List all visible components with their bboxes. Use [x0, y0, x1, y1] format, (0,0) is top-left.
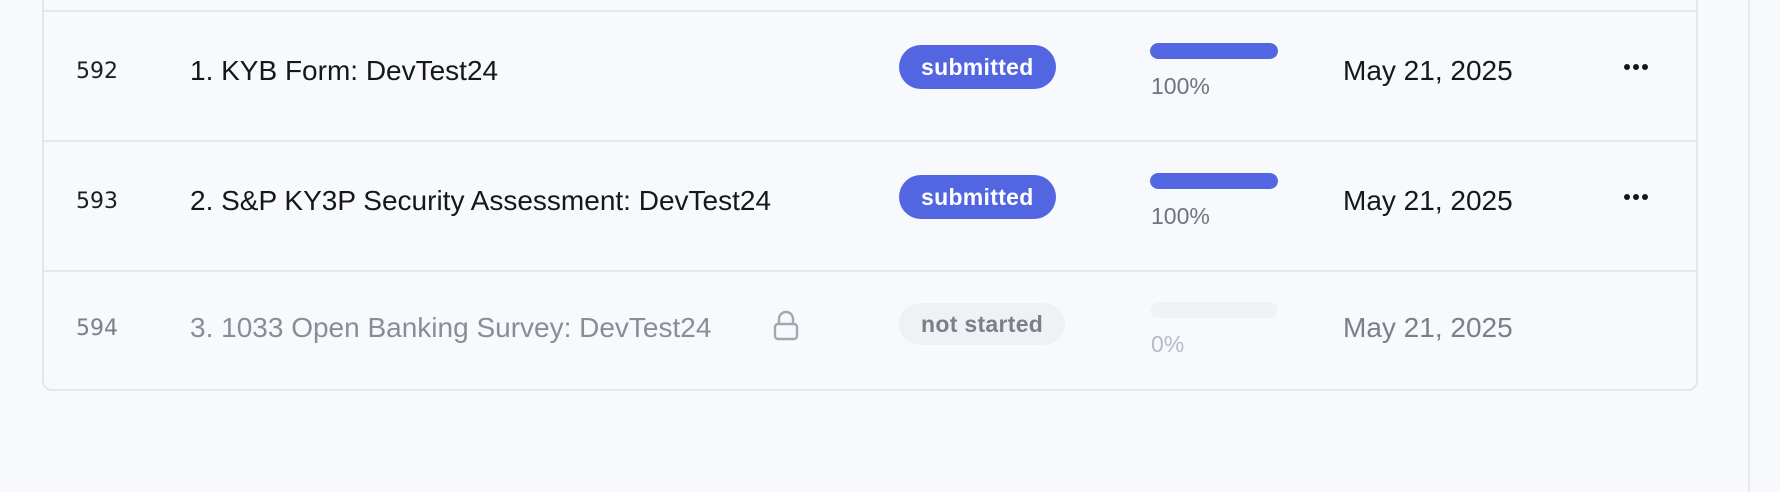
task-date: May 21, 2025 [1343, 55, 1513, 86]
task-id: 592 [76, 59, 118, 84]
row-actions-button[interactable] [1616, 47, 1656, 87]
progress-percent: 100% [1151, 203, 1210, 229]
progress-percent: 100% [1151, 73, 1210, 99]
task-date: May 21, 2025 [1343, 312, 1513, 343]
task-name[interactable]: 2. S&P KY3P Security Assessment: DevTest… [190, 185, 771, 217]
progress-bar-fill [1150, 43, 1278, 59]
more-horizontal-icon [1624, 64, 1648, 70]
more-horizontal-icon [1624, 194, 1648, 200]
task-table: 592 1. KYB Form: DevTest24 submitted 100… [42, 0, 1698, 391]
progress-bar-fill [1150, 173, 1278, 189]
status-badge: submitted [899, 175, 1056, 219]
task-name: 3. 1033 Open Banking Survey: DevTest24 [190, 312, 712, 343]
row-actions-button[interactable] [1616, 177, 1656, 217]
table-row[interactable]: 592 1. KYB Form: DevTest24 submitted 100… [44, 10, 1696, 142]
table-row-locked: 594 3. 1033 Open Banking Survey: DevTest… [44, 270, 1696, 389]
task-name[interactable]: 1. KYB Form: DevTest24 [190, 55, 498, 87]
scrollbar-track[interactable] [1748, 0, 1750, 492]
task-id: 593 [76, 189, 118, 214]
progress-bar [1150, 173, 1278, 189]
progress-bar [1150, 43, 1278, 59]
status-badge: submitted [899, 45, 1056, 89]
table-row[interactable]: 593 2. S&P KY3P Security Assessment: Dev… [44, 140, 1696, 272]
progress-percent: 0% [1151, 331, 1185, 357]
task-id: 594 [76, 316, 118, 341]
progress-bar [1150, 302, 1278, 318]
status-badge: not started [899, 303, 1066, 345]
lock-icon [772, 310, 800, 347]
task-date: May 21, 2025 [1343, 185, 1513, 216]
